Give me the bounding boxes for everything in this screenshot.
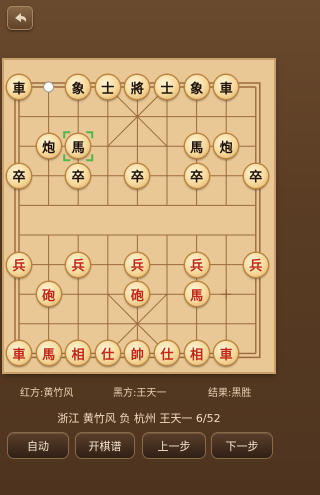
red-piece[interactable]: 兵: [184, 252, 209, 277]
red-piece[interactable]: 兵: [125, 252, 150, 277]
black-piece[interactable]: 卒: [7, 163, 31, 188]
red-piece[interactable]: 相: [184, 341, 209, 366]
black-piece[interactable]: 士: [95, 75, 120, 99]
result-label: 结果:黑胜: [208, 388, 252, 399]
black-piece[interactable]: 象: [184, 75, 209, 99]
back-icon: [15, 13, 27, 22]
black-piece[interactable]: 卒: [243, 163, 268, 188]
black-piece[interactable]: 馬: [184, 134, 209, 159]
black-piece[interactable]: 卒: [66, 163, 91, 188]
black-player-label: 黑方:王天一: [113, 388, 167, 399]
black-piece[interactable]: 炮: [36, 134, 61, 159]
black-piece[interactable]: 象: [66, 75, 91, 99]
black-piece[interactable]: 車: [214, 75, 239, 99]
black-piece[interactable]: 車: [7, 75, 31, 99]
red-piece[interactable]: 砲: [36, 282, 61, 307]
red-piece[interactable]: 馬: [36, 341, 61, 366]
next-move-button[interactable]: 下一步: [212, 433, 272, 458]
game-summary: 浙江 黄竹风 负 杭州 王天一 6/52: [57, 412, 221, 425]
top-bar: [0, 0, 278, 36]
auto-play-button[interactable]: 自动: [8, 433, 68, 458]
previous-move-button[interactable]: 上一步: [143, 433, 205, 458]
open-game-record-button[interactable]: 开棋谱: [76, 433, 134, 458]
red-piece[interactable]: 兵: [7, 252, 31, 277]
red-player-label: 红方:黄竹风: [20, 388, 74, 399]
red-piece[interactable]: 兵: [66, 252, 91, 277]
xiangqi-board[interactable]: 車象士將士象車炮馬馬炮卒卒卒卒卒兵兵兵兵兵砲砲馬車馬相仕帥仕相車: [4, 60, 274, 372]
last-move-origin-marker: [43, 81, 55, 93]
black-piece[interactable]: 卒: [184, 163, 209, 188]
back-button[interactable]: [7, 6, 33, 30]
red-piece[interactable]: 馬: [184, 282, 209, 307]
red-piece[interactable]: 兵: [243, 252, 268, 277]
board-grid: [14, 81, 261, 359]
move-highlight-corner: [86, 154, 94, 162]
black-piece[interactable]: 士: [155, 75, 179, 99]
